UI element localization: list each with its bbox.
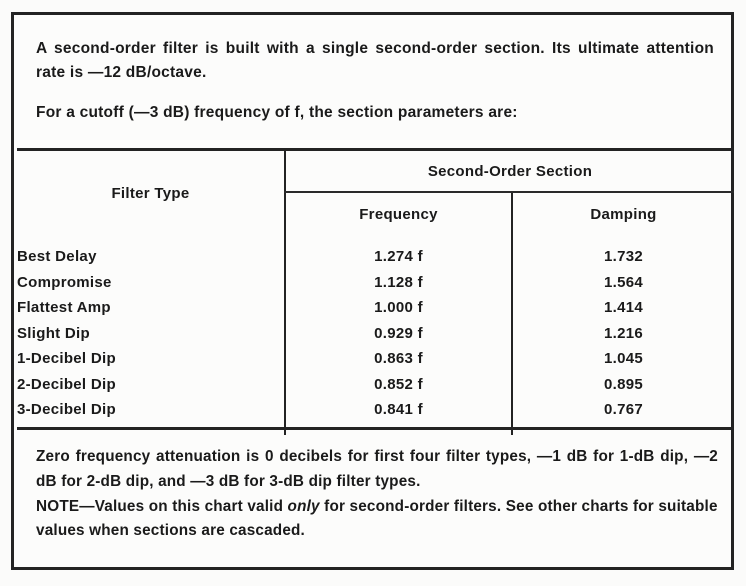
table-bottom-spacer	[17, 422, 734, 435]
cell-frequency: 1.000 f	[284, 295, 512, 321]
cell-damping: 1.564	[511, 269, 734, 295]
column-header-filter-type: Filter Type	[111, 184, 190, 202]
spacer-cell	[511, 422, 734, 435]
footnote-note-prefix: NOTE—Values on this chart valid	[36, 497, 288, 515]
cell-filter-type: 3-Decibel Dip	[17, 401, 116, 419]
cell-frequency: 0.863 f	[284, 346, 512, 372]
table-row: Best Delay 1.274 f 1.732	[17, 235, 734, 270]
intro-paragraph-1: A second-order filter is built with a si…	[36, 40, 714, 81]
spacer-cell	[17, 423, 285, 435]
cell-frequency: 0.852 f	[284, 371, 512, 397]
footnote-block: Zero frequency attenuation is 0 decibels…	[36, 445, 718, 544]
filter-parameter-table-block: Filter Type Second-Order Section Frequen…	[17, 148, 734, 435]
cell-filter-type: 2-Decibel Dip	[17, 375, 116, 393]
cell-damping: 1.414	[511, 295, 734, 321]
footnote-attenuation: Zero frequency attenuation is 0 decibels…	[36, 448, 718, 490]
table-row: 2-Decibel Dip 0.852 f 0.895	[17, 371, 734, 397]
cell-filter-type: Best Delay	[17, 248, 97, 266]
filter-parameter-table: Filter Type Second-Order Section Frequen…	[17, 151, 734, 435]
cell-filter-type: 1-Decibel Dip	[17, 350, 116, 368]
table-row: 1-Decibel Dip 0.863 f 1.045	[17, 346, 734, 372]
cell-damping: 0.767	[511, 397, 734, 423]
cell-frequency: 1.128 f	[284, 269, 512, 295]
table-row: 3-Decibel Dip 0.841 f 0.767	[17, 397, 734, 423]
cell-filter-type: Compromise	[17, 273, 112, 291]
footnote-note: NOTE—Values on this chart valid only for…	[36, 495, 718, 545]
cell-damping: 1.045	[511, 346, 734, 372]
cell-frequency: 0.929 f	[284, 320, 512, 346]
cell-filter-type: Flattest Amp	[17, 299, 111, 317]
cell-frequency: 1.274 f	[284, 235, 512, 270]
cell-damping: 1.732	[511, 235, 734, 270]
table-row: Flattest Amp 1.000 f 1.414	[17, 295, 734, 321]
column-group-header-second-order-section: Second-Order Section	[284, 151, 734, 193]
page-root: A second-order filter is built with a si…	[0, 0, 746, 586]
cell-damping: 1.216	[511, 320, 734, 346]
cell-filter-type: Slight Dip	[17, 324, 90, 342]
footnote-note-emphasis: only	[287, 497, 320, 515]
table-body: Best Delay 1.274 f 1.732 Compromise 1.12…	[17, 235, 734, 435]
spacer-cell	[284, 422, 512, 435]
intro-paragraph-2: For a cutoff (—3 dB) frequency of f, the…	[36, 104, 518, 122]
cell-frequency: 0.841 f	[284, 397, 512, 423]
table-header-row-group: Filter Type Second-Order Section	[17, 151, 734, 202]
column-header-frequency: Frequency	[284, 192, 512, 235]
cell-damping: 0.895	[511, 371, 734, 397]
table-row: Slight Dip 0.929 f 1.216	[17, 320, 734, 346]
table-header: Filter Type Second-Order Section Frequen…	[17, 151, 734, 235]
intro-text-block: A second-order filter is built with a si…	[36, 37, 714, 125]
column-header-damping: Damping	[511, 192, 734, 235]
table-row: Compromise 1.128 f 1.564	[17, 269, 734, 295]
chart-frame: A second-order filter is built with a si…	[11, 12, 734, 570]
